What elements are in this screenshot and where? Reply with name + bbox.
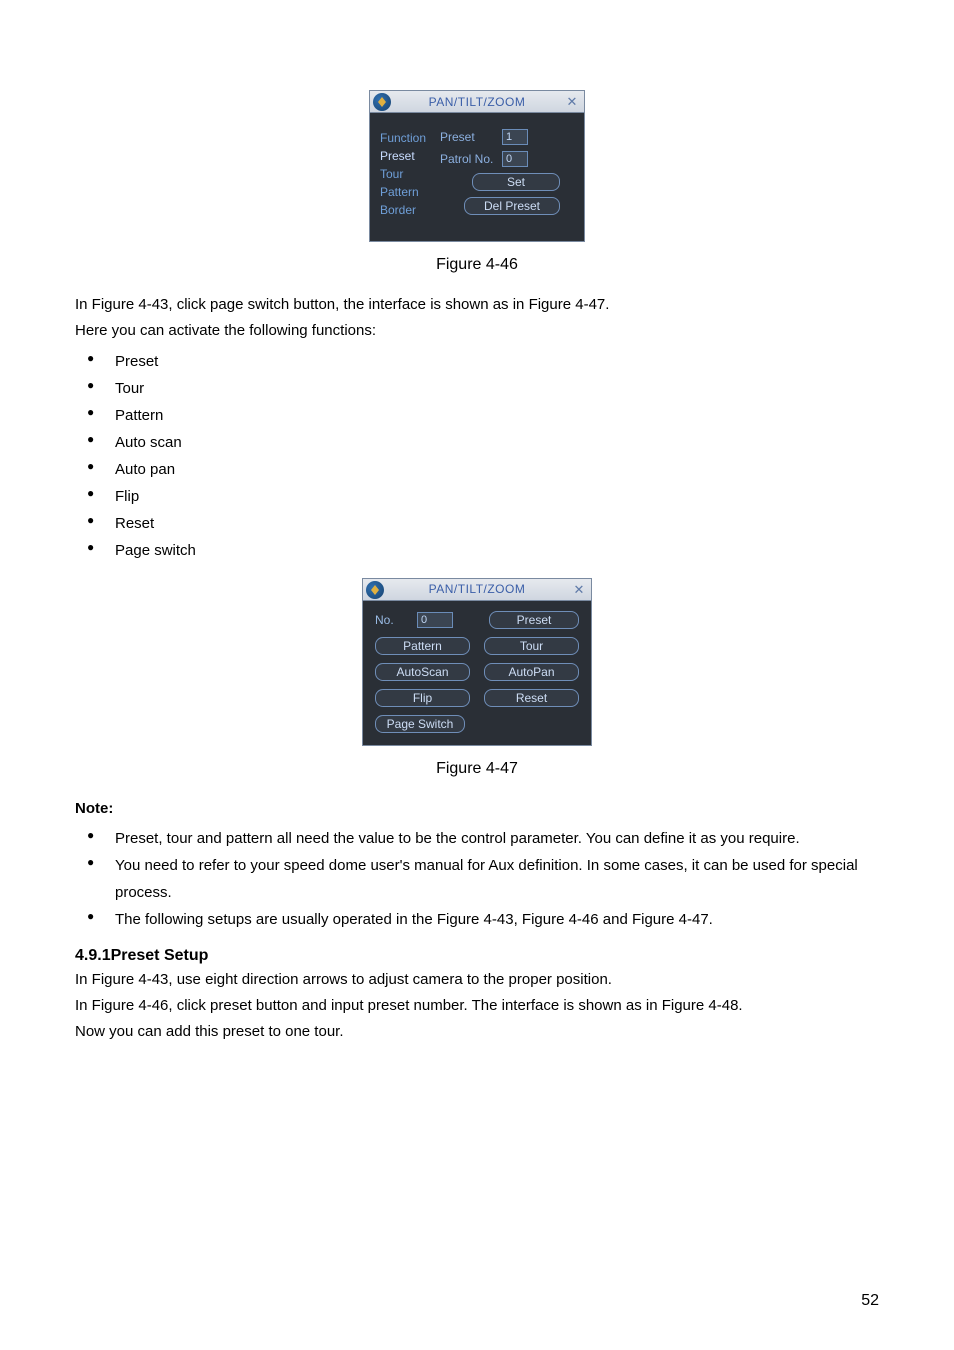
dialog-title: PAN/TILT/ZOOM [370, 95, 584, 109]
list-item: Auto pan [87, 456, 879, 483]
section-heading-preset-setup: 4.9.1Preset Setup [75, 947, 879, 965]
list-item: Flip [87, 483, 879, 510]
func-item-pattern[interactable]: Pattern [380, 185, 440, 199]
list-item: Tour [87, 375, 879, 402]
flip-button[interactable]: Flip [375, 689, 470, 707]
paragraph-intro-1: In Figure 4-43, click page switch button… [75, 294, 879, 316]
list-item: Page switch [87, 537, 879, 564]
func-item-tour[interactable]: Tour [380, 167, 440, 181]
app-icon [366, 581, 384, 599]
func-item-border[interactable]: Border [380, 203, 440, 217]
app-icon [373, 93, 391, 111]
figure-caption-47: Figure 4-47 [75, 760, 879, 778]
reset-button[interactable]: Reset [484, 689, 579, 707]
list-item: Pattern [87, 402, 879, 429]
ptz-body: Function Preset Tour Pattern Border Pres… [370, 113, 584, 241]
autopan-button[interactable]: AutoPan [484, 663, 579, 681]
preset-input[interactable]: 1 [502, 129, 528, 145]
close-icon[interactable]: ✕ [564, 94, 580, 110]
note-heading: Note: [75, 798, 879, 820]
ptz-dialog-preset: PAN/TILT/ZOOM ✕ Function Preset Tour Pat… [369, 90, 585, 242]
del-preset-button[interactable]: Del Preset [464, 197, 560, 215]
close-icon[interactable]: ✕ [571, 582, 587, 598]
set-button[interactable]: Set [472, 173, 560, 191]
figure-caption-46: Figure 4-46 [75, 256, 879, 274]
page-switch-button[interactable]: Page Switch [375, 715, 465, 733]
patrol-label: Patrol No. [440, 152, 496, 166]
pattern-button[interactable]: Pattern [375, 637, 470, 655]
ptz-titlebar: PAN/TILT/ZOOM ✕ [370, 91, 584, 113]
no-label: No. [375, 613, 405, 627]
no-input[interactable]: 0 [417, 612, 453, 628]
function-label: Function [380, 131, 440, 145]
list-item: Auto scan [87, 429, 879, 456]
list-item: Reset [87, 510, 879, 537]
patrol-input[interactable]: 0 [502, 151, 528, 167]
page-number: 52 [861, 1292, 879, 1310]
ptz-dialog-buttons: PAN/TILT/ZOOM ✕ No. 0 Preset Pattern Tou… [362, 578, 592, 746]
tour-button[interactable]: Tour [484, 637, 579, 655]
list-item: You need to refer to your speed dome use… [87, 852, 879, 906]
ptz-titlebar: PAN/TILT/ZOOM ✕ [363, 579, 591, 601]
function-list: Function Preset Tour Pattern Border [380, 129, 440, 217]
paragraph: In Figure 4-43, use eight direction arro… [75, 969, 879, 991]
preset-button[interactable]: Preset [489, 611, 579, 629]
autoscan-button[interactable]: AutoScan [375, 663, 470, 681]
preset-label: Preset [440, 130, 496, 144]
ptz-body: No. 0 Preset Pattern Tour AutoScan AutoP… [363, 601, 591, 745]
list-item: Preset [87, 348, 879, 375]
paragraph: Now you can add this preset to one tour. [75, 1021, 879, 1043]
func-item-preset[interactable]: Preset [380, 149, 440, 163]
paragraph: In Figure 4-46, click preset button and … [75, 995, 879, 1017]
dialog-title: PAN/TILT/ZOOM [363, 582, 591, 596]
list-item: The following setups are usually operate… [87, 906, 879, 933]
list-item: Preset, tour and pattern all need the va… [87, 825, 879, 852]
right-column: Preset 1 Patrol No. 0 Set Del Preset [440, 129, 574, 217]
paragraph-intro-2: Here you can activate the following func… [75, 320, 879, 342]
function-activation-list: Preset Tour Pattern Auto scan Auto pan F… [87, 348, 879, 564]
note-list: Preset, tour and pattern all need the va… [87, 825, 879, 933]
